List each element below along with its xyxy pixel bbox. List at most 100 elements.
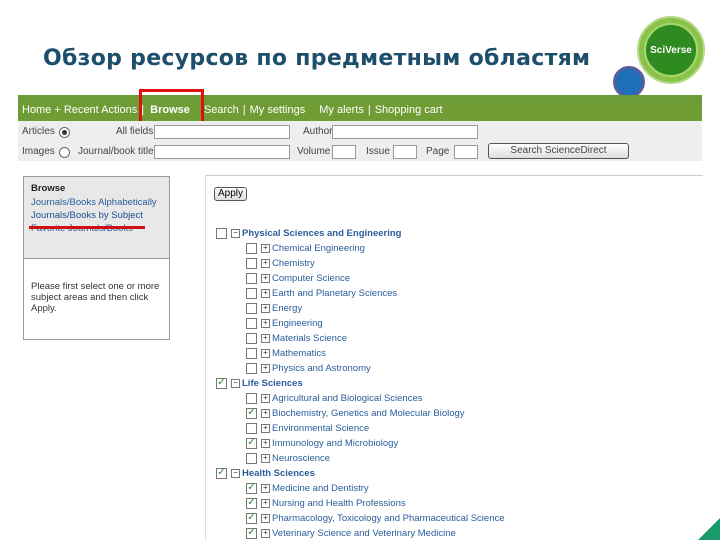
subject-checkbox[interactable] [216,227,227,239]
expand-icon[interactable]: + [261,318,270,328]
tree-item: ✓ + Veterinary Science and Veterinary Medi… [246,527,456,539]
expand-icon[interactable]: + [261,528,270,538]
subject-checkbox[interactable] [246,287,257,299]
subject-checkbox[interactable] [246,242,257,254]
expand-icon[interactable]: + [261,333,270,343]
nav-cart[interactable]: Shopping cart [371,104,447,116]
subject-checkbox[interactable] [246,257,257,269]
expand-icon[interactable]: + [261,273,270,283]
expand-icon[interactable]: + [261,423,270,433]
subject-checkbox[interactable]: ✓ [246,482,257,494]
subject-checkbox[interactable]: ✓ [246,497,257,509]
expand-icon[interactable]: + [261,258,270,268]
tree-item: ✓ + Medicine and Dentistry [246,482,369,494]
subject-checkbox[interactable]: ✓ [216,377,227,389]
images-radio[interactable] [59,147,70,158]
expand-icon[interactable]: + [261,438,270,448]
subject-label[interactable]: Veterinary Science and Veterinary Medici… [272,528,456,539]
expand-icon[interactable]: + [261,513,270,523]
collapse-icon[interactable]: − [231,378,240,388]
subject-label[interactable]: Agricultural and Biological Sciences [272,393,423,404]
sidebar-heading: Browse [31,183,66,194]
expand-icon[interactable]: + [261,303,270,313]
subject-checkbox[interactable]: ✓ [246,512,257,524]
subject-label[interactable]: Energy [272,303,302,314]
tree-item: + Computer Science [246,272,350,284]
nav-alerts[interactable]: My alerts [315,104,368,116]
subject-checkbox[interactable]: ✓ [246,407,257,419]
subject-panel: Apply − Physical Sciences and Engineering… [205,175,703,541]
subject-label[interactable]: Chemistry [272,258,315,269]
expand-icon[interactable]: + [261,408,270,418]
subject-label[interactable]: Materials Science [272,333,347,344]
subject-checkbox[interactable] [246,272,257,284]
author-input[interactable] [332,125,478,139]
subject-label[interactable]: Physics and Astronomy [272,363,371,374]
subject-checkbox[interactable]: ✓ [216,467,227,479]
collapse-icon[interactable]: − [231,228,240,238]
highlight-box [139,89,204,125]
subject-label[interactable]: Environmental Science [272,423,369,434]
tree-item: + Chemistry [246,257,315,269]
link-by-subject[interactable]: Journals/Books by Subject [31,209,162,222]
subject-checkbox[interactable] [246,392,257,404]
page-input[interactable] [454,145,478,159]
subject-label[interactable]: Earth and Planetary Sciences [272,288,397,299]
subject-checkbox[interactable] [246,332,257,344]
expand-icon[interactable]: + [261,393,270,403]
subject-label[interactable]: Biochemistry, Genetics and Molecular Bio… [272,408,465,419]
underline-highlight [29,226,145,229]
subject-checkbox[interactable] [246,452,257,464]
collapse-icon[interactable]: − [231,468,240,478]
subject-label[interactable]: Pharmacology, Toxicology and Pharmaceuti… [272,513,505,524]
subject-checkbox[interactable]: ✓ [246,527,257,539]
subject-label[interactable]: Engineering [272,318,323,329]
subject-label[interactable]: Health Sciences [242,468,315,479]
expand-icon[interactable]: + [261,498,270,508]
subject-label[interactable]: Nursing and Health Professions [272,498,406,509]
issue-input[interactable] [393,145,417,159]
expand-icon[interactable]: + [261,363,270,373]
nav-settings[interactable]: My settings [246,104,310,116]
tree-item: + Materials Science [246,332,347,344]
main-nav: Home + Recent Actions | Browse Search | My… [18,98,702,121]
browse-sidebar: Browse Journals/Books Alphabetically Jou… [23,176,170,340]
journal-title-input[interactable] [154,145,290,159]
expand-icon[interactable]: + [261,288,270,298]
articles-label: Articles [22,126,55,137]
tree-item: + Engineering [246,317,323,329]
expand-icon[interactable]: + [261,453,270,463]
expand-icon[interactable]: + [261,483,270,493]
tree-item: ✓ + Immunology and Microbiology [246,437,398,449]
subject-label[interactable]: Neuroscience [272,453,330,464]
nav-search[interactable]: Search [200,104,243,116]
subject-label[interactable]: Physical Sciences and Engineering [242,228,401,239]
subject-label[interactable]: Computer Science [272,273,350,284]
articles-radio[interactable] [59,127,70,138]
subject-label[interactable]: Life Sciences [242,378,303,389]
subject-checkbox[interactable] [246,302,257,314]
subject-checkbox[interactable] [246,317,257,329]
link-alphabetically[interactable]: Journals/Books Alphabetically [31,196,162,209]
expand-icon[interactable]: + [261,243,270,253]
tree-item: ✓ − Life Sciences [216,377,303,389]
apply-button[interactable]: Apply [214,187,247,201]
volume-input[interactable] [332,145,356,159]
subject-label[interactable]: Mathematics [272,348,326,359]
search-button[interactable]: Search ScienceDirect [488,143,629,159]
all-fields-input[interactable] [154,125,290,139]
subject-label[interactable]: Chemical Engineering [272,243,365,254]
subject-checkbox[interactable] [246,422,257,434]
corner-decoration [698,518,720,540]
subject-label[interactable]: Immunology and Microbiology [272,438,398,449]
subject-checkbox[interactable]: ✓ [246,437,257,449]
nav-home[interactable]: Home + Recent Actions [18,104,141,116]
sidebar-message: Please first select one or more subject … [31,281,160,314]
slide-title: Обзор ресурсов по предметным областям [43,46,591,71]
tree-item: + Neuroscience [246,452,330,464]
expand-icon[interactable]: + [261,348,270,358]
subject-label[interactable]: Medicine and Dentistry [272,483,369,494]
subject-checkbox[interactable] [246,362,257,374]
subject-checkbox[interactable] [246,347,257,359]
sciverse-logo: SciVerse [637,16,705,84]
